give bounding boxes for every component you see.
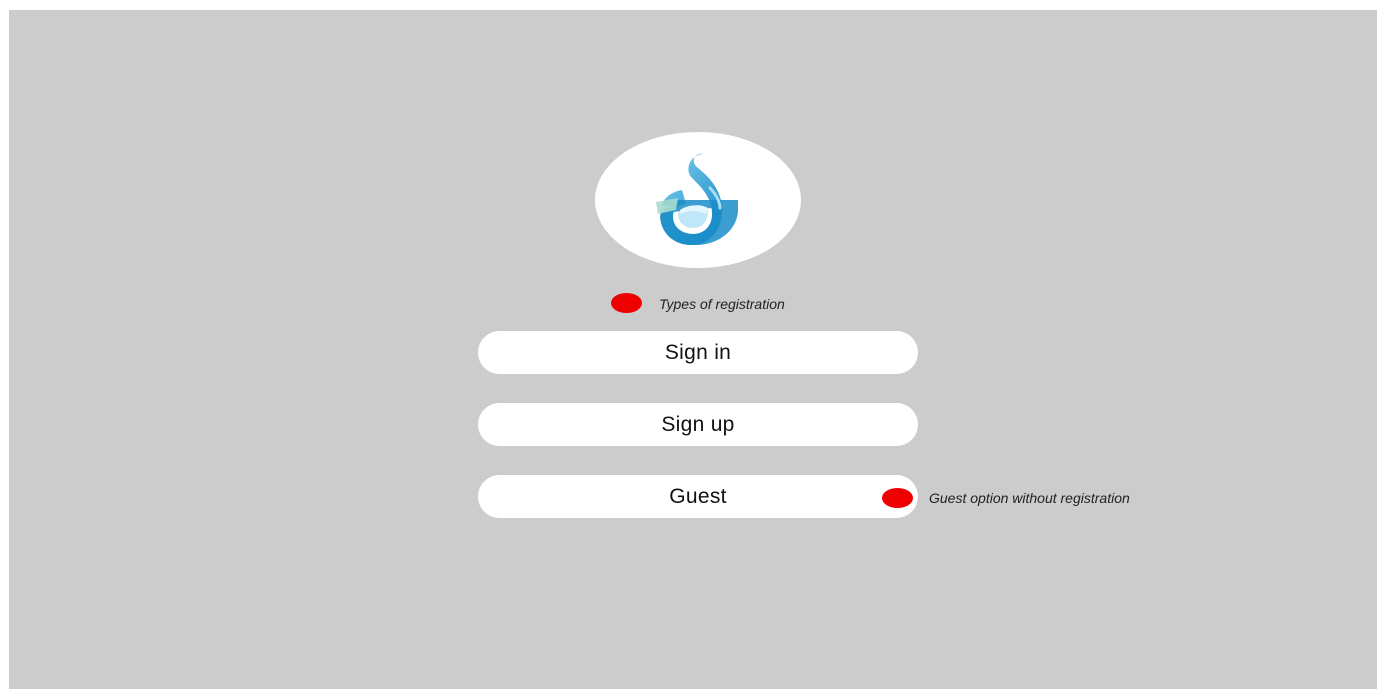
app-logo xyxy=(595,132,801,268)
sign-in-button[interactable]: Sign in xyxy=(478,331,918,374)
guest-option-label: Guest option without registration xyxy=(929,490,1130,506)
registration-types-label: Types of registration xyxy=(659,296,785,312)
guest-option-marker xyxy=(882,488,913,508)
registration-types-marker xyxy=(611,293,642,313)
sign-up-button[interactable]: Sign up xyxy=(478,403,918,446)
water-drop-icon xyxy=(656,153,738,246)
guest-button[interactable]: Guest xyxy=(478,475,918,518)
